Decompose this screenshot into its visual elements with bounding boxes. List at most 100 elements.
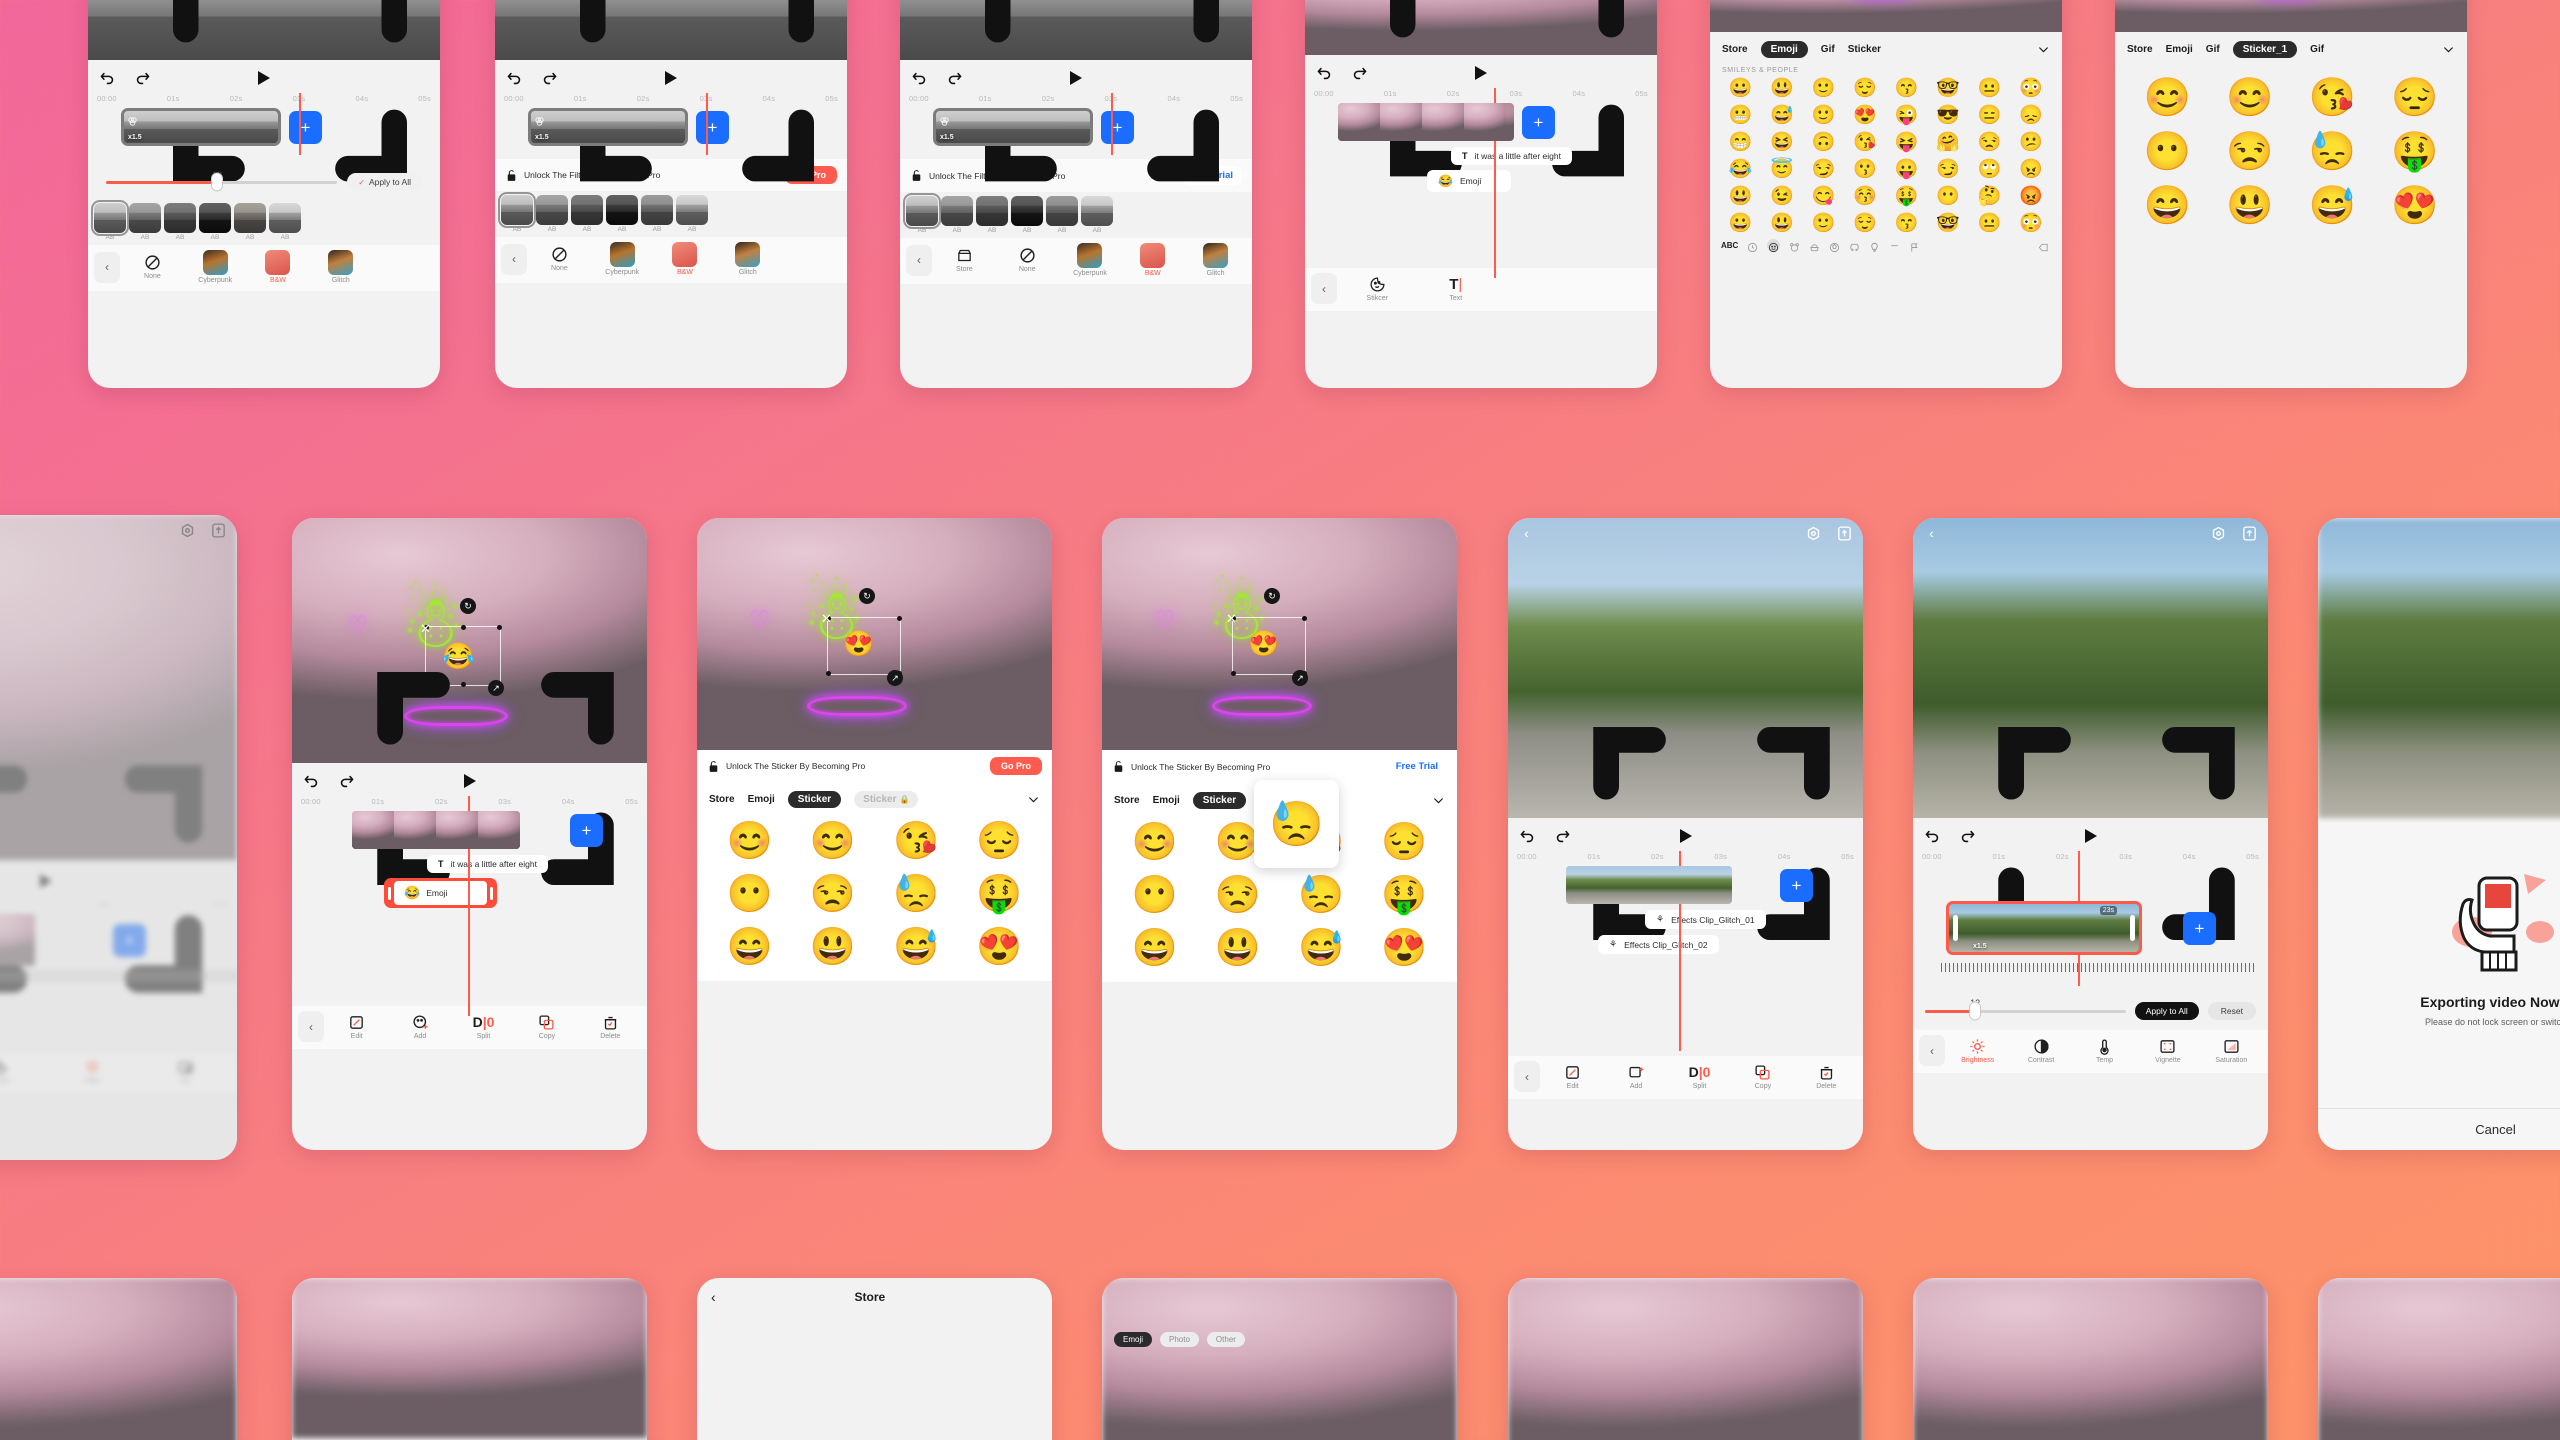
- emoji-cell[interactable]: 😙: [1886, 76, 1928, 100]
- objects-icon[interactable]: [1869, 240, 1880, 253]
- add-clip-button[interactable]: +: [696, 110, 729, 144]
- sticker-cell[interactable]: 😒: [2214, 130, 2287, 174]
- filter-cyberpunk[interactable]: Cyberpunk: [185, 250, 246, 284]
- back-arrow-icon[interactable]: ‹: [1518, 525, 1535, 542]
- nav-split[interactable]: D |0 Split: [453, 1014, 514, 1040]
- emoji-cell[interactable]: 😐: [1969, 76, 2011, 100]
- video-clip[interactable]: x1.5: [933, 108, 1093, 146]
- filter-thumb[interactable]: AB: [941, 196, 973, 234]
- emoji-cell[interactable]: 😒: [1969, 130, 2011, 154]
- timeline[interactable]: x1.5 +: [88, 93, 440, 159]
- video-clip[interactable]: x1.5: [121, 108, 281, 146]
- trim-handle-left[interactable]: [388, 886, 391, 900]
- delete-sticker-handle[interactable]: ✕: [821, 611, 832, 627]
- undo-icon[interactable]: [1316, 65, 1333, 82]
- add-clip-button[interactable]: +: [570, 813, 603, 847]
- add-clip-button[interactable]: +: [2183, 911, 2216, 945]
- emoji-cell[interactable]: 😳: [2011, 211, 2053, 235]
- emoji-cell[interactable]: 😶: [1928, 184, 1970, 208]
- back-arrow-icon[interactable]: ‹: [1923, 525, 1940, 542]
- sticker-cell[interactable]: 😓: [1285, 874, 1358, 917]
- camera-icon[interactable]: [1805, 525, 1822, 542]
- emoji-cell[interactable]: 😀: [1720, 76, 1762, 100]
- back-button[interactable]: ‹: [501, 243, 527, 275]
- slider-knob[interactable]: [210, 172, 223, 192]
- sticker-cell[interactable]: 😶: [1118, 874, 1191, 917]
- back-button[interactable]: ‹: [1311, 273, 1337, 304]
- preview-video[interactable]: ♡ ☃ 😍 ↻ ✕ ↗: [697, 518, 1052, 750]
- sticker-cell[interactable]: 😅: [2296, 184, 2369, 228]
- tab-store[interactable]: Store: [709, 794, 735, 805]
- filter-thumb[interactable]: AB: [234, 203, 266, 241]
- activity-icon[interactable]: [1829, 240, 1840, 253]
- sticker-cell[interactable]: 😒: [1201, 874, 1274, 917]
- redo-icon[interactable]: [1351, 65, 1368, 82]
- delete-sticker-handle[interactable]: ✕: [1226, 611, 1237, 627]
- back-button[interactable]: ‹: [1919, 1035, 1945, 1066]
- playhead[interactable]: [299, 93, 301, 155]
- pill-photo[interactable]: Photo: [1160, 1332, 1199, 1347]
- tab-emoji[interactable]: Emoji: [748, 794, 775, 805]
- sticker-cell[interactable]: 😍: [963, 926, 1036, 969]
- emoji-cell[interactable]: 😋: [1803, 184, 1845, 208]
- back-button[interactable]: ‹: [906, 244, 932, 276]
- timeline[interactable]: + T it was a little after eight 😂 Emoji: [1305, 88, 1657, 278]
- filter-none[interactable]: None: [529, 246, 590, 272]
- filter-thumb[interactable]: AB: [498, 192, 536, 233]
- redo-icon[interactable]: [134, 70, 151, 87]
- flag-icon[interactable]: [1909, 240, 1920, 252]
- filter-bw[interactable]: B&W: [655, 242, 716, 276]
- free-trial-button[interactable]: Free Trial: [1386, 757, 1447, 776]
- emoji-track-chip-selected[interactable]: 😂 Emoji: [384, 878, 498, 908]
- sticker-cell[interactable]: 😘: [2296, 76, 2369, 120]
- effect-track-chip[interactable]: ⚘ Effects Clip_Glitch_02: [1598, 935, 1719, 954]
- tab-gif[interactable]: Gif: [2206, 44, 2220, 55]
- sticker-cell[interactable]: 😃: [796, 926, 869, 969]
- emoji-cell[interactable]: 🙄: [1969, 157, 2011, 181]
- sticker-grid[interactable]: 😊 😊 😘 😔 😶 😒 😓 🤑 😄 😃 😅 😍: [2115, 64, 2467, 240]
- cancel-button[interactable]: Cancel: [2475, 1109, 2515, 1150]
- timeline[interactable]: + T it was a little after eight 😂 Emoji: [292, 796, 647, 1016]
- sticker-cell[interactable]: 😃: [1201, 927, 1274, 970]
- video-clip-selected[interactable]: x1.5 23s: [1946, 901, 2142, 955]
- emoji-cell[interactable]: 😐: [1969, 211, 2011, 235]
- delete-sticker-handle[interactable]: ✕: [420, 621, 431, 637]
- timeline[interactable]: x1.5 +: [495, 93, 847, 159]
- filter-thumb[interactable]: AB: [269, 203, 301, 241]
- filter-thumb[interactable]: AB: [903, 193, 941, 234]
- symbols-icon[interactable]: [1889, 240, 1900, 251]
- sticker-cell[interactable]: 😍: [1368, 927, 1441, 970]
- filter-bw[interactable]: B&W: [1122, 243, 1183, 277]
- play-icon[interactable]: [463, 774, 476, 788]
- filter-bw[interactable]: B&W: [248, 250, 309, 284]
- filter-thumb[interactable]: AB: [571, 195, 603, 233]
- filter-thumb[interactable]: AB: [1046, 196, 1078, 234]
- go-pro-button[interactable]: Go Pro: [989, 757, 1042, 775]
- nav-saturation[interactable]: Saturation: [2201, 1038, 2262, 1064]
- tab-sticker[interactable]: Sticker: [1192, 792, 1247, 809]
- sticker-cell[interactable]: 😊: [2131, 76, 2204, 120]
- emoji-cell[interactable]: 😀: [1720, 211, 1762, 235]
- apply-to-all-button[interactable]: ✓ Apply to All: [347, 173, 422, 191]
- emoji-cell[interactable]: 🤑: [1886, 184, 1928, 208]
- filter-glitch[interactable]: Glitch: [717, 242, 778, 276]
- playhead[interactable]: [1111, 93, 1113, 155]
- filter-thumb[interactable]: AB: [199, 203, 231, 241]
- emoji-cell[interactable]: 😞: [2011, 103, 2053, 127]
- emoji-cell[interactable]: 😅: [1762, 103, 1804, 127]
- emoji-cell[interactable]: 🙂: [1803, 103, 1845, 127]
- redo-icon[interactable]: [946, 70, 963, 87]
- emoji-cell[interactable]: 😉: [1762, 184, 1804, 208]
- filter-none[interactable]: None: [122, 254, 183, 280]
- pill-emoji[interactable]: Emoji: [1114, 1332, 1153, 1347]
- back-button[interactable]: ‹: [1514, 1061, 1540, 1092]
- play-icon[interactable]: [1679, 829, 1692, 843]
- rotate-handle[interactable]: ↻: [460, 598, 476, 614]
- animals-icon[interactable]: [1789, 240, 1800, 252]
- tab-sticker[interactable]: Sticker: [1848, 44, 1881, 55]
- tab-gif[interactable]: Gif: [1821, 44, 1835, 55]
- sticker-cell[interactable]: 🤑: [2379, 130, 2452, 174]
- emoji-cell[interactable]: 😙: [1886, 211, 1928, 235]
- nav-text[interactable]: T | Text: [1418, 276, 1495, 302]
- filter-thumb[interactable]: AB: [641, 195, 673, 233]
